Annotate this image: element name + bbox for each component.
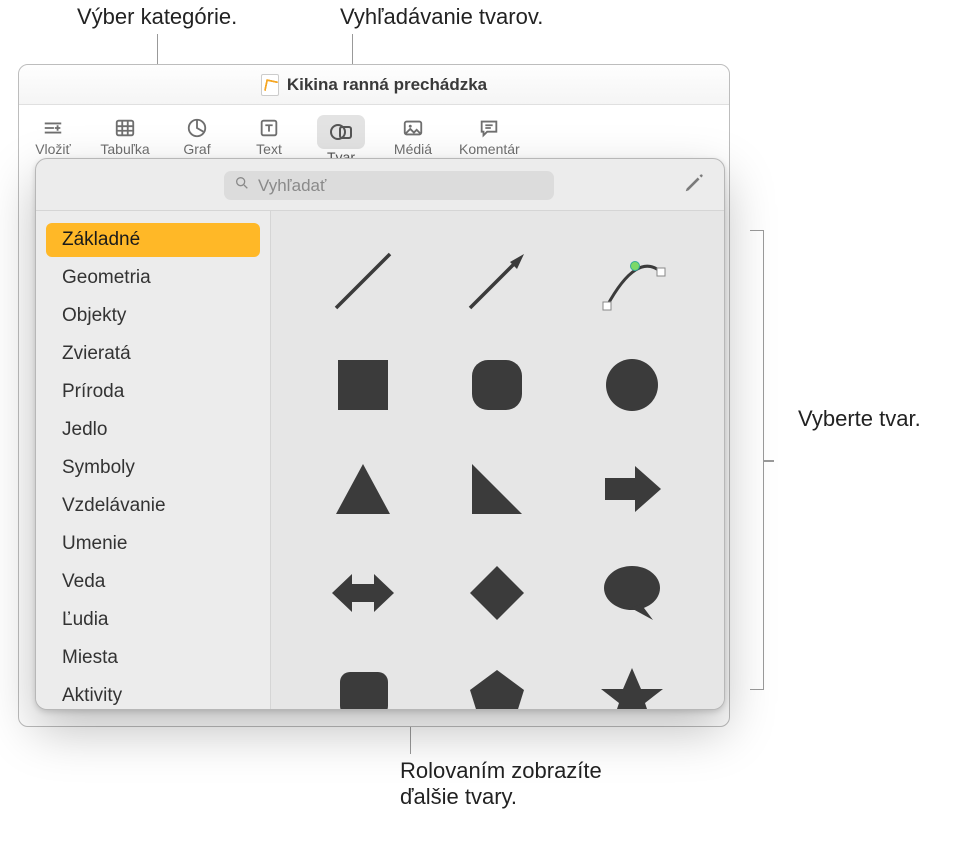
pen-icon[interactable] <box>682 172 706 199</box>
shape-circle[interactable] <box>592 345 672 425</box>
shape-star[interactable] <box>592 657 672 709</box>
category-item-miesta[interactable]: Miesta <box>46 641 260 675</box>
category-item-umenie[interactable]: Umenie <box>46 527 260 561</box>
toolbar-label: Médiá <box>394 141 432 157</box>
insert-icon <box>36 115 70 141</box>
shape-pentagon[interactable] <box>457 657 537 709</box>
category-item-objekty[interactable]: Objekty <box>46 299 260 333</box>
shape-arrow-line[interactable] <box>457 241 537 321</box>
shape-line[interactable] <box>323 241 403 321</box>
shape-diamond[interactable] <box>457 553 537 633</box>
category-item-vzdelávanie[interactable]: Vzdelávanie <box>46 489 260 523</box>
media-icon <box>396 115 430 141</box>
callout-choose: Vyberte tvar. <box>798 406 921 432</box>
category-item-veda[interactable]: Veda <box>46 565 260 599</box>
category-item-ľudia[interactable]: Ľudia <box>46 603 260 637</box>
shape-right-triangle[interactable] <box>457 449 537 529</box>
category-item-príroda[interactable]: Príroda <box>46 375 260 409</box>
shape-callout-box[interactable] <box>323 657 403 709</box>
toolbar-label: Vložiť <box>35 141 71 157</box>
popover-header <box>36 159 724 210</box>
category-item-zvieratá[interactable]: Zvieratá <box>46 337 260 371</box>
category-item-základné[interactable]: Základné <box>46 223 260 257</box>
category-sidebar[interactable]: Základné Geometria Objekty Zvieratá Príroda J… <box>36 211 271 709</box>
shape-grid[interactable] <box>271 211 724 709</box>
category-item-aktivity[interactable]: Aktivity <box>46 679 260 709</box>
shape-double-arrow[interactable] <box>323 553 403 633</box>
toolbar-label: Graf <box>183 141 210 157</box>
shape-square[interactable] <box>323 345 403 425</box>
document-icon <box>261 74 279 96</box>
callout-search: Vyhľadávanie tvarov. <box>340 4 543 30</box>
shapes-popover: Základné Geometria Objekty Zvieratá Príroda J… <box>35 158 725 710</box>
toolbar-label: Tabuľka <box>100 141 149 157</box>
toolbar-label: Text <box>256 141 282 157</box>
popover-body: Základné Geometria Objekty Zvieratá Príroda J… <box>36 210 724 709</box>
search-field-wrap[interactable] <box>224 171 554 200</box>
category-item-jedlo[interactable]: Jedlo <box>46 413 260 447</box>
callout-category: Výber kategórie. <box>77 4 237 30</box>
category-item-symboly[interactable]: Symboly <box>46 451 260 485</box>
shape-triangle[interactable] <box>323 449 403 529</box>
shape-speech-bubble[interactable] <box>592 553 672 633</box>
shape-arrow-right[interactable] <box>592 449 672 529</box>
table-icon <box>108 115 142 141</box>
document-title: Kikina ranná prechádzka <box>287 75 487 95</box>
shape-curve[interactable] <box>592 241 672 321</box>
comment-icon <box>472 115 506 141</box>
category-item-geometria[interactable]: Geometria <box>46 261 260 295</box>
bracket-right <box>750 230 764 690</box>
text-icon <box>252 115 286 141</box>
shape-rounded-square[interactable] <box>457 345 537 425</box>
titlebar: Kikina ranná prechádzka <box>19 65 729 105</box>
search-input[interactable] <box>258 176 544 196</box>
search-icon <box>234 175 250 196</box>
shape-icon <box>317 115 365 149</box>
callout-scroll: Rolovaním zobrazíte ďalšie tvary. <box>400 758 602 810</box>
toolbar-label: Komentár <box>459 141 520 157</box>
chart-icon <box>180 115 214 141</box>
